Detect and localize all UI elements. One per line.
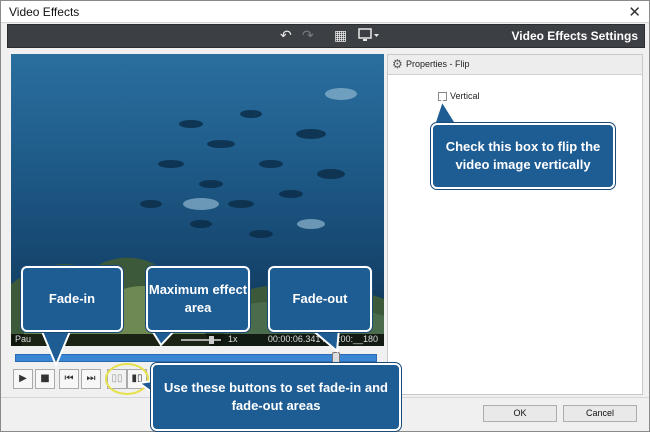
cancel-button[interactable]: Cancel	[563, 405, 637, 422]
previous-frame-button[interactable]: ⏮	[59, 369, 79, 389]
properties-panel: ⚙ Properties - Flip Vertical	[387, 54, 643, 395]
close-icon[interactable]: ✕	[628, 3, 641, 21]
video-effects-window: Video Effects ✕ ↶ ↷ ▦ Video Effects Sett…	[0, 0, 650, 432]
vertical-checkbox[interactable]	[438, 92, 447, 101]
fade-buttons-callout: Use these buttons to set fade-in and fad…	[151, 363, 401, 431]
effects-toolbar: ↶ ↷ ▦ Video Effects Settings	[7, 24, 645, 48]
undo-icon[interactable]: ↶	[280, 27, 292, 45]
properties-title: Properties - Flip	[406, 59, 470, 69]
flip-callout: Check this box to flip the video image v…	[431, 123, 615, 189]
fade-out-callout: Fade-out	[268, 266, 372, 332]
playback-speed: 1x	[228, 334, 238, 344]
max-area-callout: Maximum effect area	[146, 266, 250, 332]
time-readout: 00:00:06.341 / 00:00:__180	[267, 334, 378, 344]
player-info-bar: Pau 1x 00:00:06.341 / 00:00:__180	[11, 334, 384, 346]
gear-icon: ⚙	[392, 57, 403, 71]
stop-button[interactable]: ■	[35, 369, 55, 389]
window-title: Video Effects	[9, 5, 80, 19]
title-bar: Video Effects ✕	[1, 1, 649, 23]
volume-slider[interactable]	[181, 339, 221, 341]
play-button[interactable]: ▶	[13, 369, 33, 389]
next-frame-button[interactable]: ⏭	[81, 369, 101, 389]
player-status: Pau	[15, 334, 32, 344]
redo-icon[interactable]: ↷	[302, 27, 314, 45]
grid-icon[interactable]: ▦	[334, 27, 347, 45]
volume-handle[interactable]	[209, 336, 214, 344]
toolbar-title: Video Effects Settings	[511, 29, 638, 43]
timeline-track[interactable]	[15, 351, 377, 364]
fade-in-callout: Fade-in	[21, 266, 123, 332]
vertical-label: Vertical	[450, 91, 480, 101]
monitor-dropdown-icon	[358, 28, 379, 41]
fade-buttons-highlight	[105, 363, 149, 395]
monitor-icon[interactable]	[358, 27, 380, 48]
ok-button[interactable]: OK	[483, 405, 557, 422]
properties-header: ⚙ Properties - Flip	[388, 55, 642, 75]
fade-in-marker[interactable]	[54, 351, 60, 355]
